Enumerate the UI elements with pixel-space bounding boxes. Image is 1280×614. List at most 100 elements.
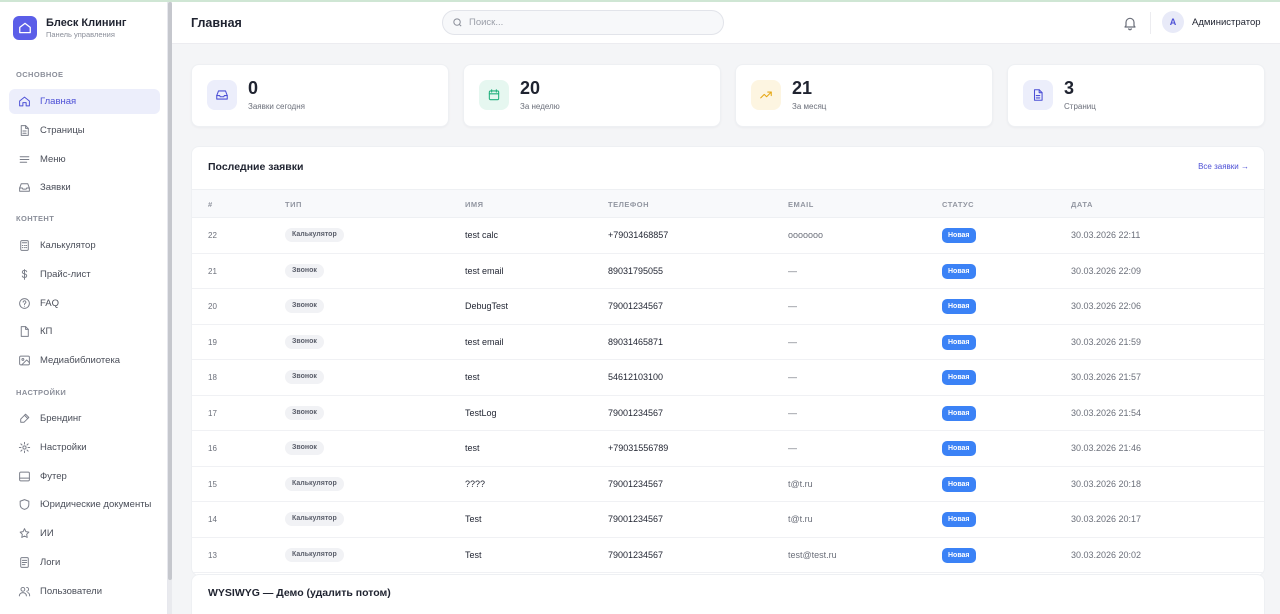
- stat-card[interactable]: 20 За неделю: [463, 64, 721, 127]
- row-phone: 79001234567: [608, 478, 664, 489]
- row-email: —: [788, 336, 797, 347]
- sidebar-item-label: FAQ: [40, 297, 60, 309]
- sidebar-item[interactable]: ИИ: [9, 521, 160, 546]
- row-phone: 79001234567: [608, 407, 664, 418]
- sidebar-scrollbar-thumb[interactable]: [168, 2, 172, 580]
- avatar: A: [1162, 11, 1184, 33]
- recent-requests-card: Последние заявки Все заявки → # ТИП ИМЯ ТЕЛ…: [191, 146, 1265, 576]
- sidebar-item[interactable]: Футер: [9, 464, 160, 489]
- row-email: —: [788, 265, 797, 276]
- header-divider: [1150, 12, 1151, 34]
- column-header: ТИП: [285, 200, 302, 209]
- table-row[interactable]: 15 Калькулятор???? 79001234567 t@t.ru Новая 3…: [192, 467, 1264, 502]
- column-header: ИМЯ: [465, 200, 484, 209]
- sidebar-item-label: Пользователи: [40, 585, 103, 597]
- sidebar-scrollbar[interactable]: [168, 2, 172, 614]
- table-row[interactable]: 21 Звонок test email 89031795055 — Новая 30.03…: [192, 254, 1264, 289]
- sidebar-section-title: ОСНОВНОЕ: [16, 70, 64, 79]
- brand-logo-icon: [13, 16, 37, 40]
- status-badge: Новая: [942, 512, 976, 527]
- status-badge: Новая: [942, 370, 976, 385]
- sidebar-item[interactable]: Страницы: [9, 118, 160, 143]
- table-row[interactable]: 20 Звонок DebugTest 79001234567 — Новая 30.03.…: [192, 289, 1264, 325]
- sidebar-item[interactable]: Заявки: [9, 175, 160, 200]
- brand-name: Блеск Клининг: [46, 16, 127, 29]
- sidebar-item-label: Медиабиблиотека: [40, 355, 121, 367]
- sidebar-item-label: Юридические документы: [40, 499, 152, 511]
- recent-requests-title: Последние заявки: [208, 161, 304, 173]
- table-row[interactable]: 16 Звонок test +79031556789 — Новая 30.03.2026…: [192, 431, 1264, 467]
- row-phone: 79001234567: [608, 514, 664, 524]
- sidebar-item[interactable]: Меню: [9, 147, 160, 172]
- search-box[interactable]: [442, 10, 724, 35]
- sidebar-item[interactable]: Калькулятор: [9, 233, 160, 258]
- user-menu[interactable]: A Администратор: [1162, 11, 1261, 33]
- row-name: DebugTest: [465, 301, 509, 311]
- search-icon: [453, 18, 462, 27]
- log-icon: [17, 556, 31, 570]
- row-date: 30.03.2026 22:09: [1071, 265, 1142, 276]
- calendar-icon: [479, 80, 509, 110]
- column-header: ДАТА: [1071, 200, 1093, 209]
- shield-icon: [17, 498, 31, 512]
- sidebar-item[interactable]: FAQ: [9, 291, 160, 316]
- users-icon: [17, 584, 31, 598]
- search-input[interactable]: [469, 17, 709, 28]
- row-date: 30.03.2026 22:11: [1071, 230, 1141, 240]
- row-date: 30.03.2026 21:54: [1071, 407, 1142, 418]
- stat-caption: Страниц: [1064, 102, 1096, 111]
- stat-card[interactable]: 21 За месяц: [735, 64, 993, 127]
- all-requests-link[interactable]: Все заявки →: [1198, 162, 1249, 171]
- row-phone: +79031468857: [608, 230, 669, 240]
- type-badge: Калькулятор: [285, 228, 344, 242]
- row-phone: 79001234567: [608, 301, 664, 311]
- row-name: test email: [465, 336, 504, 347]
- brand-subtitle: Панель управления: [46, 29, 115, 39]
- sidebar-item[interactable]: Прайс-лист: [9, 262, 160, 287]
- row-id: 15: [208, 479, 217, 489]
- sidebar-item[interactable]: Юридические документы: [9, 492, 160, 517]
- column-header: СТАТУС: [942, 200, 975, 209]
- sidebar-item[interactable]: Брендинг: [9, 406, 160, 431]
- sidebar-item[interactable]: Главная: [9, 89, 160, 114]
- sparkle-icon: [17, 527, 31, 541]
- row-id: 13: [208, 550, 217, 560]
- stat-card[interactable]: 0 Заявки сегодня: [191, 64, 449, 127]
- row-phone: 89031465871: [608, 336, 664, 347]
- status-badge: Новая: [942, 441, 976, 456]
- table-row[interactable]: 18 Звонок test 54612103100 — Новая 30.03.2026 …: [192, 360, 1264, 396]
- brand[interactable]: Блеск Клининг Панель управления: [13, 14, 127, 42]
- table-row[interactable]: 17 Звонок TestLog 79001234567 — Новая 30.03.20…: [192, 396, 1264, 431]
- sidebar-item[interactable]: Пользователи: [9, 579, 160, 604]
- row-phone: 54612103100: [608, 372, 664, 382]
- notifications-bell-icon[interactable]: [1122, 15, 1138, 31]
- table-row[interactable]: 19 Звонок test email 89031465871 — Новая 30.03…: [192, 325, 1264, 360]
- row-date: 30.03.2026 20:17: [1071, 514, 1142, 524]
- stat-card[interactable]: 3 Страниц: [1007, 64, 1265, 127]
- sidebar-item[interactable]: Настройки: [9, 435, 160, 460]
- row-email: —: [788, 443, 797, 453]
- sidebar-section-title: КОНТЕНТ: [16, 214, 55, 223]
- sidebar-item-label: Заявки: [40, 182, 71, 194]
- top-header: Главная A Администратор: [172, 2, 1280, 44]
- column-header: #: [208, 200, 213, 209]
- brush-icon: [17, 412, 31, 426]
- stat-caption: За месяц: [792, 102, 827, 111]
- row-date: 30.03.2026 22:06: [1071, 301, 1142, 311]
- file-icon: [17, 123, 31, 137]
- type-badge: Звонок: [285, 441, 324, 455]
- stat-value: 20: [520, 78, 541, 98]
- row-date: 30.03.2026 20:02: [1071, 549, 1142, 560]
- sidebar-item-label: Калькулятор: [40, 240, 96, 251]
- status-badge: Новая: [942, 228, 976, 243]
- row-id: 18: [208, 373, 217, 382]
- table-row[interactable]: 22 Калькулятор test calc +79031468857 oooooo…: [192, 218, 1264, 254]
- sidebar-item[interactable]: Медиабиблиотека: [9, 348, 160, 373]
- sidebar-item[interactable]: Логи: [9, 550, 160, 575]
- sidebar-item[interactable]: КП: [9, 319, 160, 344]
- row-date: 30.03.2026 21:46: [1071, 443, 1142, 453]
- sidebar: Блеск Клининг Панель управления ОСНОВНОЕ…: [0, 2, 168, 614]
- table-row[interactable]: 14 Калькулятор Test 79001234567 t@t.ru Новая 3…: [192, 502, 1264, 538]
- dollar-icon: [17, 267, 31, 281]
- table-row[interactable]: 13 Калькулятор Test 79001234567 test@test.ru…: [192, 538, 1264, 573]
